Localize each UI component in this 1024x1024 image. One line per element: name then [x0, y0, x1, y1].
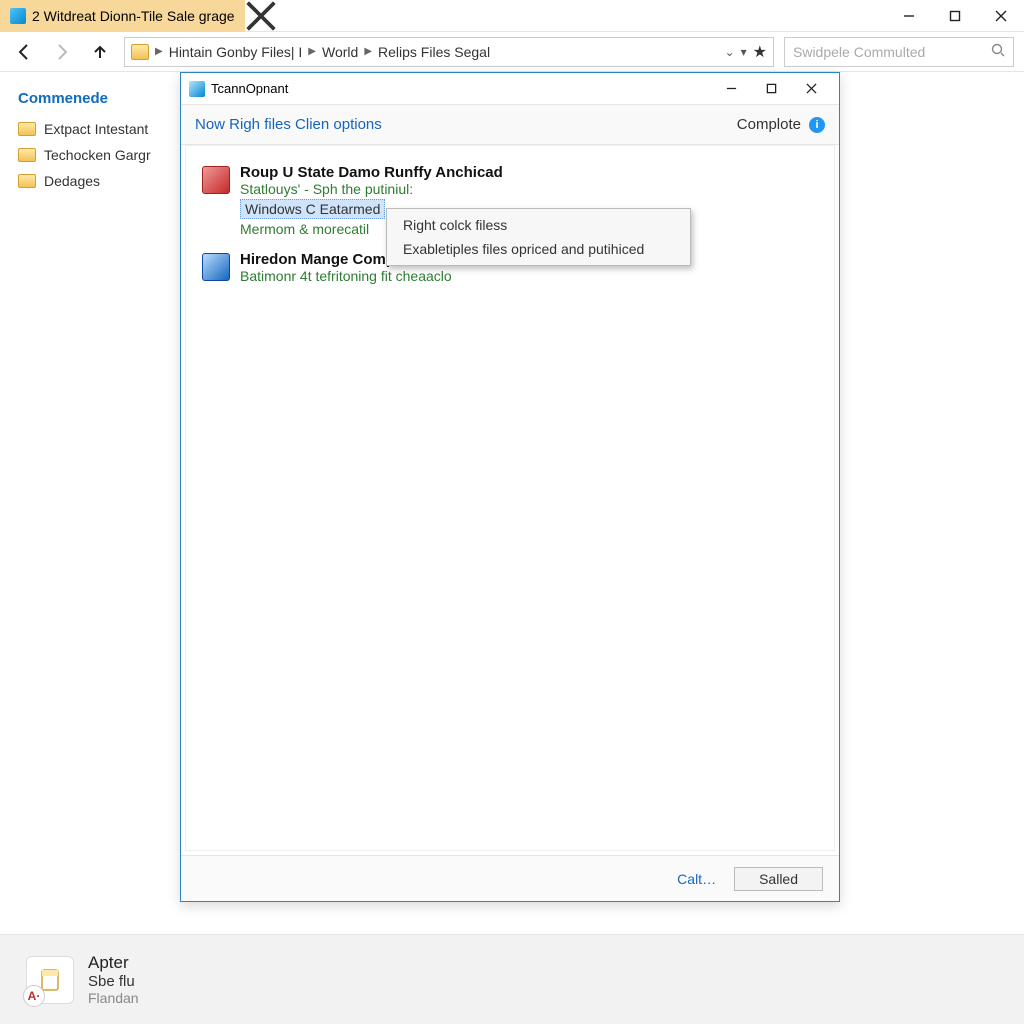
arrow-left-icon: [15, 43, 33, 61]
task-subtitle: Sbe flu: [88, 973, 139, 990]
search-input[interactable]: Swidpele Commulted: [784, 37, 1014, 67]
close-icon: [995, 10, 1007, 22]
dialog-maximize-button[interactable]: [751, 73, 791, 105]
tab-close-button[interactable]: [245, 0, 277, 32]
chevron-right-icon: ▶: [155, 46, 163, 57]
task-title: Apter: [88, 953, 139, 973]
folder-icon: [18, 174, 36, 188]
sidebar-item[interactable]: Extpact Intestant: [18, 121, 180, 137]
breadcrumb-segment[interactable]: Hintain Gonby Files| I: [169, 44, 303, 60]
dialog-header: Now Righ files Clien options Complote i: [181, 105, 839, 145]
dialog-title: TcannOpnant: [211, 81, 288, 96]
entry-selected-text[interactable]: Windows C Eatarmed: [240, 199, 385, 219]
folder-icon: [131, 44, 149, 60]
nav-up-button[interactable]: [86, 38, 114, 66]
close-icon: [245, 0, 277, 32]
chevron-down-icon: ▾: [741, 45, 747, 59]
tab-title: 2 Witdreat Dionn-Tile Sale grage: [32, 8, 235, 24]
window-tab[interactable]: 2 Witdreat Dionn-Tile Sale grage: [0, 0, 245, 32]
dialog-minimize-button[interactable]: [711, 73, 751, 105]
arrow-right-icon: [53, 43, 71, 61]
search-placeholder: Swidpele Commulted: [793, 44, 925, 60]
sidebar-item-label: Dedages: [44, 173, 100, 189]
task-app-icon[interactable]: A·: [26, 956, 74, 1004]
window-title-bar: 2 Witdreat Dionn-Tile Sale grage: [0, 0, 1024, 32]
dialog-footer: Calt… Salled: [181, 855, 839, 901]
entry-icon: [202, 166, 230, 194]
arrow-up-icon: [91, 43, 109, 61]
dialog-close-button[interactable]: [791, 73, 831, 105]
search-icon: [991, 43, 1005, 60]
context-menu-item[interactable]: Right colck filess: [387, 213, 690, 237]
breadcrumb-segment[interactable]: Relips Files Segal: [378, 44, 490, 60]
tab-icon: [10, 8, 26, 24]
minimize-button[interactable]: [886, 0, 932, 32]
dialog-title-bar[interactable]: TcannOpnant: [181, 73, 839, 105]
maximize-icon: [949, 10, 961, 22]
minimize-icon: [726, 83, 737, 94]
sidebar-item-label: Techocken Gargr: [44, 147, 151, 163]
dialog-header-status: Complote: [737, 116, 801, 133]
task-badge: A·: [23, 985, 45, 1007]
sidebar-heading[interactable]: Commenede: [18, 90, 180, 107]
sidebar: Commenede Extpact Intestant Techocken Ga…: [0, 72, 180, 934]
chevron-down-icon: ⌄: [725, 45, 735, 59]
close-button[interactable]: [978, 0, 1024, 32]
entry-subtitle: Batimonr 4t tefritoning fit cheaaclo: [240, 268, 818, 284]
dialog-footer-button[interactable]: Salled: [734, 867, 823, 891]
breadcrumb-segment[interactable]: World: [322, 44, 358, 60]
favorite-icon[interactable]: ★: [753, 42, 767, 62]
nav-back-button[interactable]: [10, 38, 38, 66]
sidebar-item[interactable]: Techocken Gargr: [18, 147, 180, 163]
address-dropdown[interactable]: ⌄ ▾ ★: [725, 42, 767, 62]
minimize-icon: [903, 10, 915, 22]
sidebar-item[interactable]: Dedages: [18, 173, 180, 189]
folder-icon: [18, 122, 36, 136]
address-bar[interactable]: ▶ Hintain Gonby Files| I ▶ World ▶ Relip…: [124, 37, 774, 67]
entry-subtitle: Statlouys' - Sph the putiniul:: [240, 181, 818, 197]
maximize-button[interactable]: [932, 0, 978, 32]
nav-forward-button[interactable]: [48, 38, 76, 66]
sidebar-item-label: Extpact Intestant: [44, 121, 148, 137]
task-panel: A· Apter Sbe flu Flandan: [0, 934, 1024, 1024]
navigation-bar: ▶ Hintain Gonby Files| I ▶ World ▶ Relip…: [0, 32, 1024, 72]
window-controls: [886, 0, 1024, 32]
close-icon: [806, 83, 817, 94]
entry-icon: [202, 253, 230, 281]
context-menu: Right colck filess Exabletiples files op…: [386, 208, 691, 266]
folder-icon: [18, 148, 36, 162]
context-menu-item[interactable]: Exabletiples files opriced and putihiced: [387, 237, 690, 261]
entry-title: Roup U State Damo Runffy Anchicad: [240, 164, 818, 181]
dialog-body: Roup U State Damo Runffy Anchicad Statlo…: [185, 145, 835, 851]
dialog-icon: [189, 81, 205, 97]
dialog-footer-link[interactable]: Calt…: [677, 871, 716, 887]
info-icon[interactable]: i: [809, 117, 825, 133]
dialog-header-link[interactable]: Now Righ files Clien options: [195, 116, 382, 133]
dialog-window: TcannOpnant Now Righ files Clien options…: [180, 72, 840, 902]
chevron-right-icon: ▶: [364, 46, 372, 57]
chevron-right-icon: ▶: [308, 46, 316, 57]
maximize-icon: [766, 83, 777, 94]
task-meta: Flandan: [88, 990, 139, 1006]
